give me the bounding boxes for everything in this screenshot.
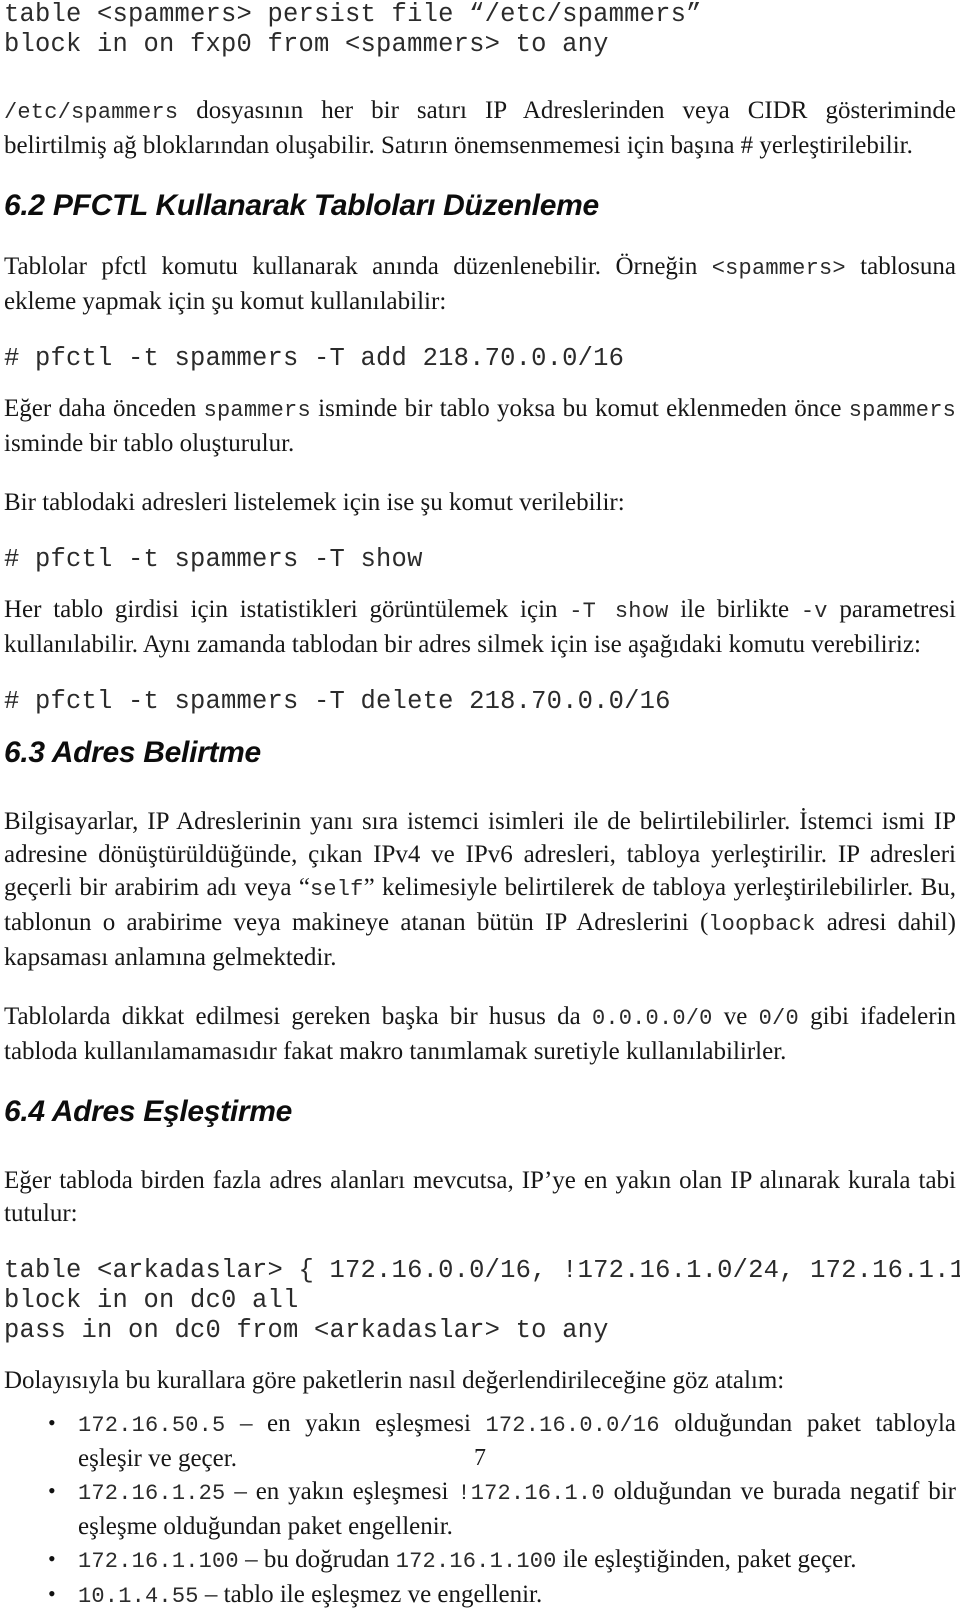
- inline-code: <spammers>: [711, 256, 846, 281]
- list-item-text: – bu doğrudan: [238, 1546, 396, 1573]
- heading-section-6-2: 6.2 PFCTL Kullanarak Tabloları Düzenleme: [4, 189, 599, 222]
- packet-evaluation-list: 172.16.50.5 – en yakın eşleşmesi 172.16.…: [4, 1406, 956, 1613]
- inline-code: 172.16.1.100: [395, 1549, 557, 1574]
- paragraph-text: ve: [712, 1003, 759, 1030]
- list-item: 10.1.4.55 – tablo ile eşleşmez ve engell…: [4, 1577, 956, 1613]
- inline-code: !172.16.1.0: [457, 1481, 605, 1506]
- paragraph-hostnames: Bilgisayarlar, IP Adreslerinin yanı sıra…: [4, 805, 956, 974]
- inline-code: 172.16.1.25: [78, 1481, 226, 1506]
- paragraph-pfctl-intro: Tablolar pfctl komutu kullanarak anında …: [4, 250, 956, 318]
- page-number: 7: [474, 1445, 486, 1471]
- code-block-pfctl-add: # pfctl -t spammers -T add 218.70.0.0/16: [4, 344, 625, 373]
- inline-code: 172.16.1.100: [78, 1549, 239, 1574]
- paragraph-text: Her tablo girdisi için istatistikleri gö…: [4, 596, 570, 623]
- list-item: 172.16.1.100 – bu doğrudan 172.16.1.100 …: [4, 1542, 956, 1578]
- list-item-text: ile eşleştiğinden, paket geçer.: [556, 1546, 857, 1573]
- code-block-pfctl-show: # pfctl -t spammers -T show: [4, 545, 423, 574]
- code-line: table <spammers> persist file “/etc/spam…: [4, 0, 702, 29]
- paragraph-zero-routes: Tablolarda dikkat edilmesi gereken başka…: [4, 1000, 956, 1068]
- paragraph-text: isminde bir tablo oluşturulur.: [4, 430, 295, 457]
- inline-code: spammers: [203, 398, 311, 423]
- list-item-text: – en yakın eşleşmesi: [225, 1410, 486, 1437]
- code-line: block in on fxp0 from <spammers> to any: [4, 30, 609, 59]
- paragraph-table-autocreate: Eğer daha önceden spammers isminde bir t…: [4, 392, 956, 460]
- list-item-text: – tablo ile eşleşmez ve engellenir.: [198, 1581, 543, 1608]
- paragraph-text: Tablolar pfctl komutu kullanarak anında …: [4, 253, 712, 280]
- inline-code: 0/0: [758, 1006, 799, 1031]
- code-block-arkadaslar: table <arkadaslar> { 172.16.0.0/16, !172…: [4, 1256, 960, 1346]
- paragraph-matching-intro: Eğer tabloda birden fazla adres alanları…: [4, 1167, 956, 1227]
- heading-section-6-3: 6.3 Adres Belirtme: [4, 736, 261, 769]
- heading-section-6-4: 6.4 Adres Eşleştirme: [4, 1095, 293, 1128]
- inline-code: 0.0.0.0/0: [591, 1006, 713, 1031]
- paragraph-text: Tablolarda dikkat edilmesi gereken başka…: [4, 1003, 592, 1030]
- inline-code: 10.1.4.55: [78, 1584, 199, 1609]
- paragraph-statistics: Her tablo girdisi için istatistikleri gö…: [4, 593, 956, 661]
- paragraph-text: ile birlikte: [668, 596, 801, 623]
- inline-code: spammers: [848, 398, 956, 423]
- inline-code: /etc/spammers: [4, 100, 179, 125]
- inline-code: loopback: [708, 912, 816, 937]
- inline-code: -v: [800, 599, 828, 624]
- paragraph-text: isminde bir tablo yoksa bu komut eklenme…: [310, 395, 849, 422]
- code-line: block in on dc0 all: [4, 1286, 299, 1315]
- code-line: pass in on dc0 from <arkadaslar> to any: [4, 1316, 609, 1345]
- paragraph-text: Eğer daha önceden: [4, 395, 204, 422]
- document-page: table <spammers> persist file “/etc/spam…: [0, 0, 960, 1610]
- code-line: table <arkadaslar> { 172.16.0.0/16, !172…: [4, 1256, 960, 1285]
- inline-code: -T show: [569, 599, 669, 624]
- inline-code: self: [309, 877, 364, 902]
- list-item: 172.16.1.25 – en yakın eşleşmesi !172.16…: [4, 1474, 956, 1543]
- paragraph-evaluation-intro: Dolayısıyla bu kurallara göre paketlerin…: [4, 1367, 785, 1394]
- list-item-text: – en yakın eşleşmesi: [225, 1478, 458, 1505]
- paragraph-list-addresses: Bir tablodaki adresleri listelemek için …: [4, 489, 625, 516]
- code-block-table-spammers: table <spammers> persist file “/etc/spam…: [4, 0, 956, 60]
- inline-code: 172.16.0.0/16: [485, 1413, 660, 1438]
- inline-code: 172.16.50.5: [78, 1413, 226, 1438]
- code-block-pfctl-delete: # pfctl -t spammers -T delete 218.70.0.0…: [4, 687, 671, 716]
- paragraph-spammers-file: /etc/spammers dosyasının her bir satırı …: [4, 94, 956, 162]
